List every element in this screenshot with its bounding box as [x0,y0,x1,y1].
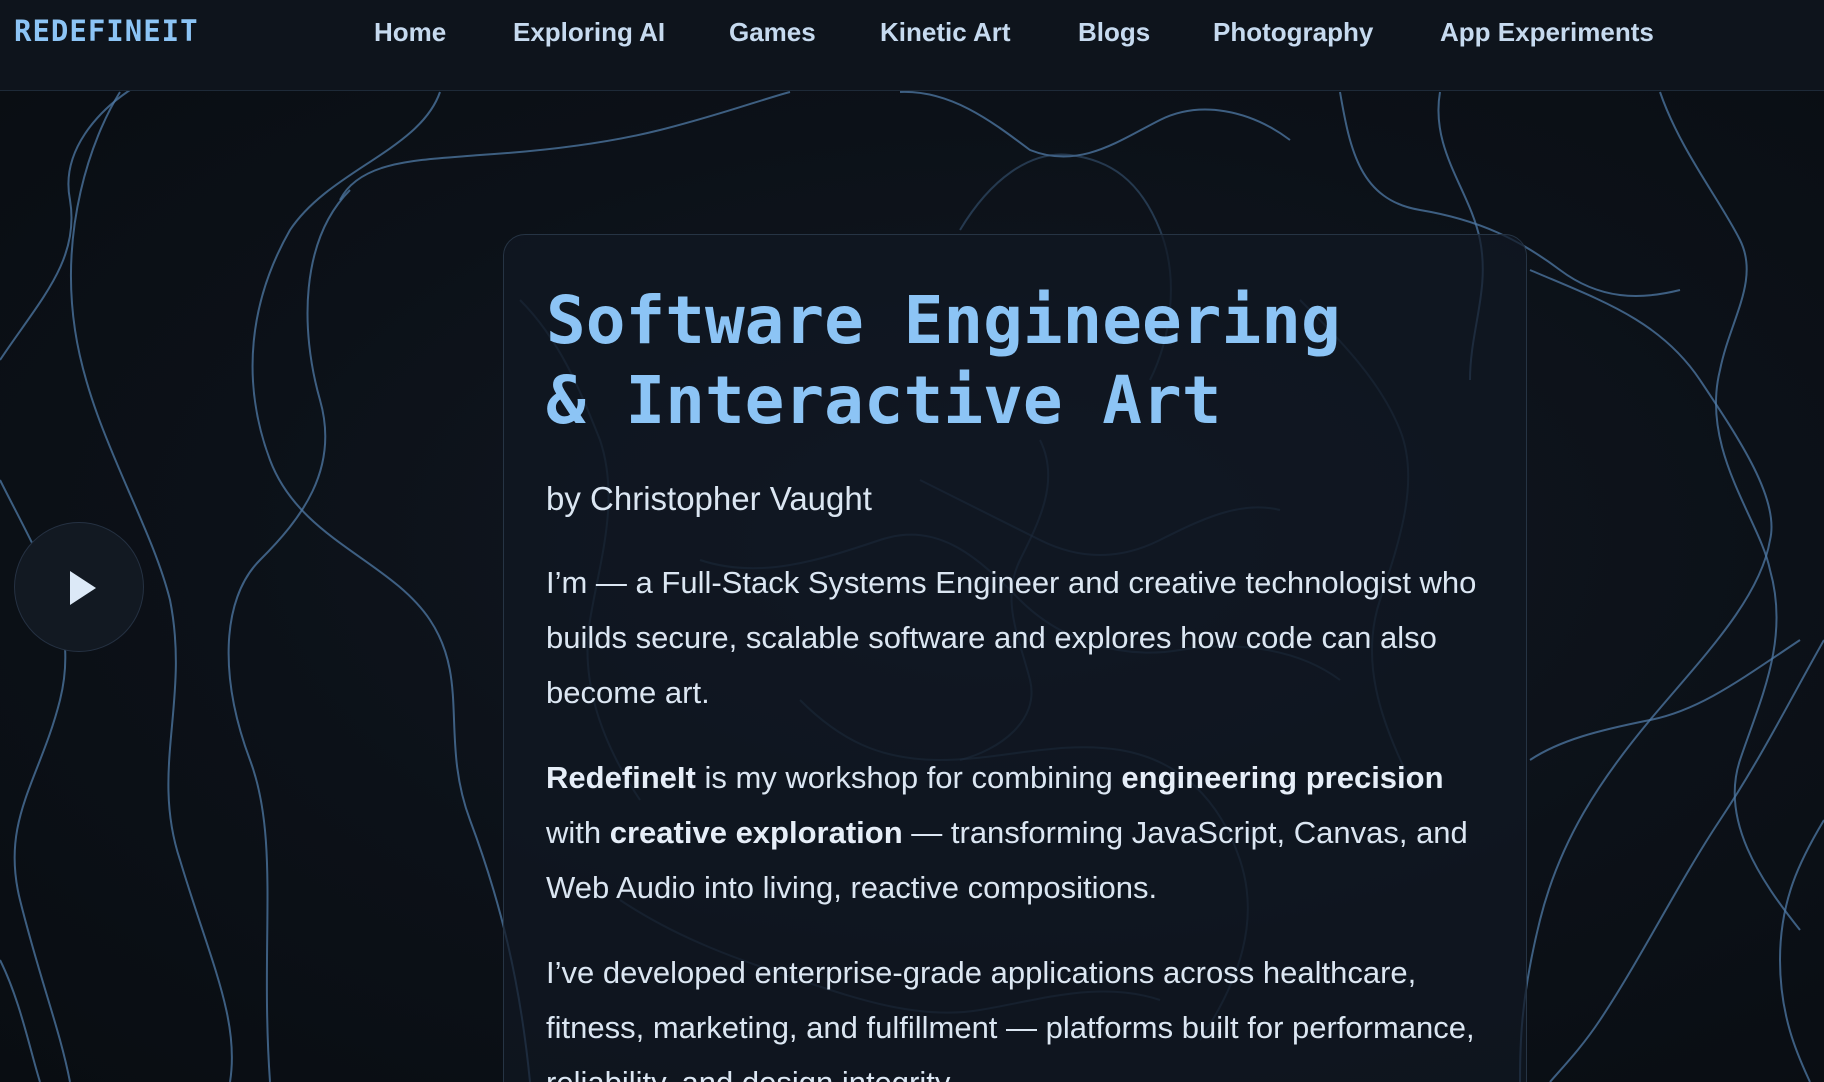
wave-line [899,90,1291,158]
workshop-brand: RedefineIt [546,760,696,795]
brand-logo[interactable]: REDEFINEIT [14,14,199,48]
workshop-text-1: is my workshop for combining [695,760,1122,795]
experience-paragraph: I’ve developed enterprise-grade applicat… [546,955,1475,1082]
wave-line [1529,639,1801,761]
page-title: Software Engineering & Interactive Art [546,281,1496,441]
navbar: REDEFINEIT Home Exploring AI Games Kinet… [0,0,1824,91]
hero-content: Software Engineering & Interactive Art b… [546,281,1496,1082]
workshop-bold-1: engineering precision [1121,760,1444,795]
nav-item-blogs[interactable]: Blogs [1078,17,1150,48]
wave-line [1519,269,1773,1082]
author-byline: by Christopher Vaught [546,480,872,517]
wave-line [1778,819,1824,1082]
wave-line [227,189,351,1082]
wave-line [1549,639,1824,1082]
title-line-2: & Interactive Art [546,362,1222,439]
workshop-bold-2: creative exploration [609,815,903,850]
hero-card: Software Engineering & Interactive Art b… [503,234,1527,1082]
wave-line [251,91,531,1082]
nav-item-games[interactable]: Games [729,17,816,48]
wave-line [339,91,791,201]
nav-item-app-experiments[interactable]: App Experiments [1440,17,1654,48]
workshop-text-2: with [546,815,610,850]
nav-item-kinetic-art[interactable]: Kinetic Art [880,17,1011,48]
wave-line [0,959,41,1082]
intro-paragraph: I’m — a Full-Stack Systems Engineer and … [546,565,1477,710]
nav-item-exploring-ai[interactable]: Exploring AI [513,17,665,48]
play-button[interactable] [14,522,144,652]
workshop-paragraph: RedefineIt is my workshop for combining … [546,750,1496,915]
play-icon [70,571,96,605]
page: REDEFINEIT Home Exploring AI Games Kinet… [0,0,1824,1082]
title-line-1: Software Engineering [546,282,1341,359]
nav-item-photography[interactable]: Photography [1213,17,1373,48]
nav-item-home[interactable]: Home [374,17,446,48]
wave-line [0,89,131,361]
